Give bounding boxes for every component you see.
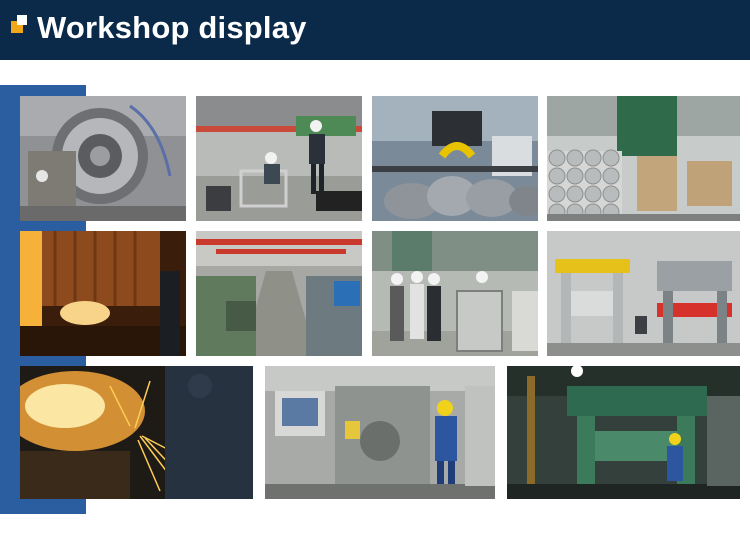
furnace-glow-photo	[20, 231, 186, 356]
stacked-squares-icon	[11, 15, 31, 35]
stacked-pipes-warehouse-photo	[547, 96, 740, 221]
large-press-operator-photo	[507, 366, 740, 499]
cutting-sparks-photo	[20, 366, 253, 499]
page-title: Workshop display	[37, 10, 307, 45]
workers-factory-floor-photo	[196, 96, 362, 221]
factory-aisle-photo	[196, 231, 362, 356]
fitting-machine-photo	[20, 96, 186, 221]
inspection-group-photo	[372, 231, 538, 356]
pipe-elbows-photo	[372, 96, 538, 221]
hydraulic-presses-photo	[547, 231, 740, 356]
cnc-operator-photo	[265, 366, 495, 499]
header-bar: Workshop display	[0, 0, 750, 60]
